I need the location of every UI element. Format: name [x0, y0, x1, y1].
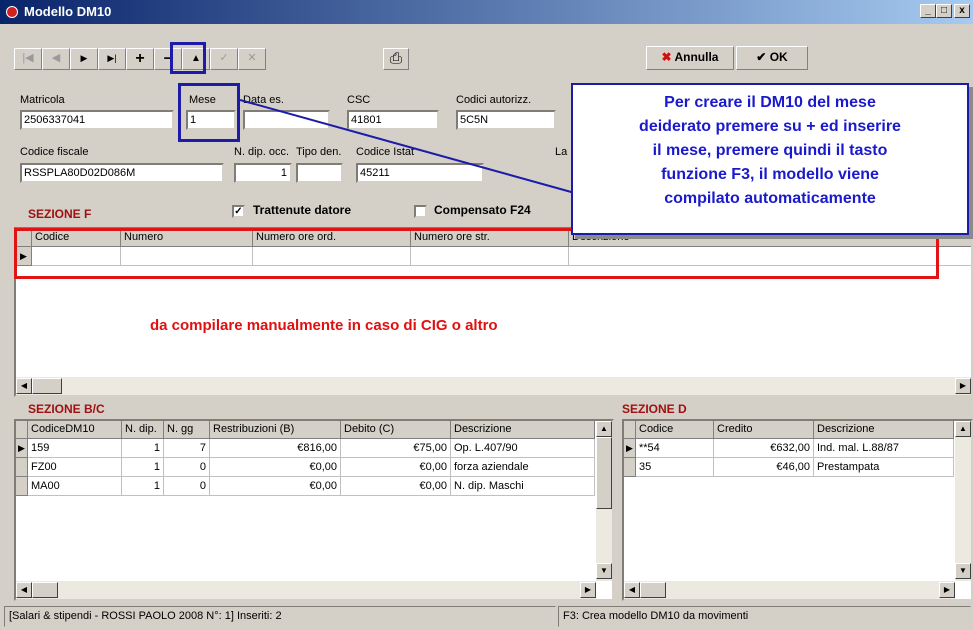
callout-line: Per creare il DM10 del mese — [664, 94, 876, 111]
callout-line: il mese, premere quindi il tasto — [652, 142, 888, 159]
dm10-window: Modello DM10 _ □ x |◀ ◀ ▶ ▶| + − ▲ ✓ ✕ ⎙… — [0, 0, 973, 630]
manual-fill-note: da compilare manualmente in caso di CIG … — [150, 317, 498, 334]
callout-line: compilato automaticamente — [664, 190, 876, 207]
callout-line: deiderato premere su + ed inserire — [639, 118, 901, 135]
callout-line: funzione F3, il modello viene — [661, 166, 879, 183]
instruction-callout: Per creare il DM10 del mese deiderato pr… — [571, 83, 969, 235]
